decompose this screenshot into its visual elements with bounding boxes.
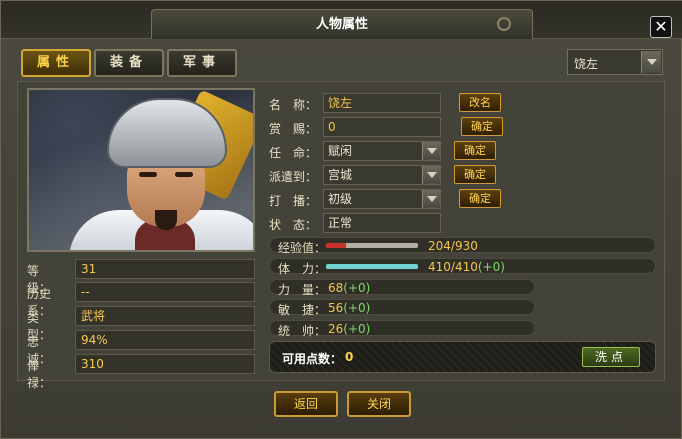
stat-value: 310 xyxy=(75,354,255,374)
dispatch-confirm-button[interactable]: 确定 xyxy=(454,165,496,184)
title-ornament-icon xyxy=(497,17,511,31)
exp-label: 经验值： xyxy=(278,241,327,255)
appoint-select[interactable]: 赋闲 xyxy=(323,141,441,161)
stat-value: 94% xyxy=(75,330,255,350)
attr-agility: 敏 捷： 56(+0) xyxy=(269,299,535,317)
exp-bar-row: 经验值： 204/930 xyxy=(269,237,656,255)
stat-salary: 俸 禄： 310 xyxy=(27,354,255,390)
stat-value: 31 xyxy=(75,259,255,279)
close-button[interactable]: 关闭 xyxy=(347,391,411,417)
tab-attributes[interactable]: 属性 xyxy=(21,49,91,77)
beat-select-value: 初级 xyxy=(328,192,353,206)
titlebar: 人物属性 ✕ xyxy=(1,1,682,39)
beat-confirm-button[interactable]: 确定 xyxy=(459,189,501,208)
attr-label: 敏 捷： xyxy=(278,303,327,317)
character-select[interactable]: 饶左 xyxy=(567,49,663,75)
stat-value: 武将 xyxy=(75,306,255,326)
dispatch-select-value: 宫城 xyxy=(328,168,353,182)
stat-type: 类 型： 武将 xyxy=(27,306,255,342)
field-label: 派遣到： xyxy=(269,170,318,184)
chevron-down-icon[interactable] xyxy=(641,51,661,73)
attr-value: 68(+0) xyxy=(328,281,371,295)
tab-military[interactable]: 军事 xyxy=(167,49,237,77)
field-label: 名 称： xyxy=(269,98,318,112)
dispatch-select[interactable]: 宫城 xyxy=(323,165,441,185)
rename-button[interactable]: 改名 xyxy=(459,93,501,112)
chevron-down-icon[interactable] xyxy=(422,142,440,160)
name-field[interactable]: 饶左 xyxy=(323,93,441,113)
back-button[interactable]: 返回 xyxy=(274,391,338,417)
field-label: 任 命： xyxy=(269,146,318,160)
exp-value: 204/930 xyxy=(428,239,478,253)
attr-value: 56(+0) xyxy=(328,301,371,315)
close-icon[interactable]: ✕ xyxy=(650,16,672,38)
stamina-progress-bar xyxy=(326,264,418,269)
available-points-label: 可用点数： xyxy=(282,352,343,366)
reward-confirm-button[interactable]: 确定 xyxy=(461,117,503,136)
available-points-value: 0 xyxy=(345,350,354,364)
exp-progress-bar xyxy=(326,243,418,248)
attr-command: 统 帅： 26(+0) xyxy=(269,320,535,338)
reset-points-button[interactable]: 洗点 xyxy=(582,347,640,367)
chevron-down-icon[interactable] xyxy=(422,190,440,208)
appoint-select-value: 赋闲 xyxy=(328,144,353,158)
exp-progress-fill xyxy=(326,243,347,248)
appoint-confirm-button[interactable]: 确定 xyxy=(454,141,496,160)
stat-loyalty: 忠 诚： 94% xyxy=(27,330,255,366)
field-label: 状 态： xyxy=(269,218,318,232)
character-select-value: 饶左 xyxy=(574,57,599,71)
reward-input[interactable]: 0 xyxy=(323,117,441,137)
status-value: 正常 xyxy=(323,213,441,233)
stamina-value: 410/410(+0) xyxy=(428,260,505,274)
stamina-label: 体 力： xyxy=(278,262,327,276)
stat-value: -- xyxy=(75,282,255,302)
stat-level: 等 级： 31 xyxy=(27,259,255,295)
stamina-bar-row: 体 力： 410/410(+0) xyxy=(269,258,656,276)
window-title: 人物属性 xyxy=(151,9,533,39)
attr-strength: 力 量： 68(+0) xyxy=(269,279,535,297)
chevron-down-icon[interactable] xyxy=(422,166,440,184)
stat-history: 历史系： -- xyxy=(27,282,255,318)
attr-value: 26(+0) xyxy=(328,322,371,336)
available-points-panel: 可用点数： 0 洗点 xyxy=(269,341,656,373)
field-label: 赏 赐： xyxy=(269,122,318,136)
character-attributes-window: 人物属性 ✕ 属性 装备 军事 饶左 等 级： 31 历史系： -- 类 型： … xyxy=(0,0,682,439)
stamina-progress-fill xyxy=(326,264,418,269)
attr-label: 力 量： xyxy=(278,283,327,297)
field-label: 打 播： xyxy=(269,194,318,208)
attr-label: 统 帅： xyxy=(278,324,327,338)
character-portrait xyxy=(27,88,255,252)
stat-label: 俸 禄： xyxy=(27,359,52,390)
tab-equipment[interactable]: 装备 xyxy=(94,49,164,77)
beat-select[interactable]: 初级 xyxy=(323,189,441,209)
